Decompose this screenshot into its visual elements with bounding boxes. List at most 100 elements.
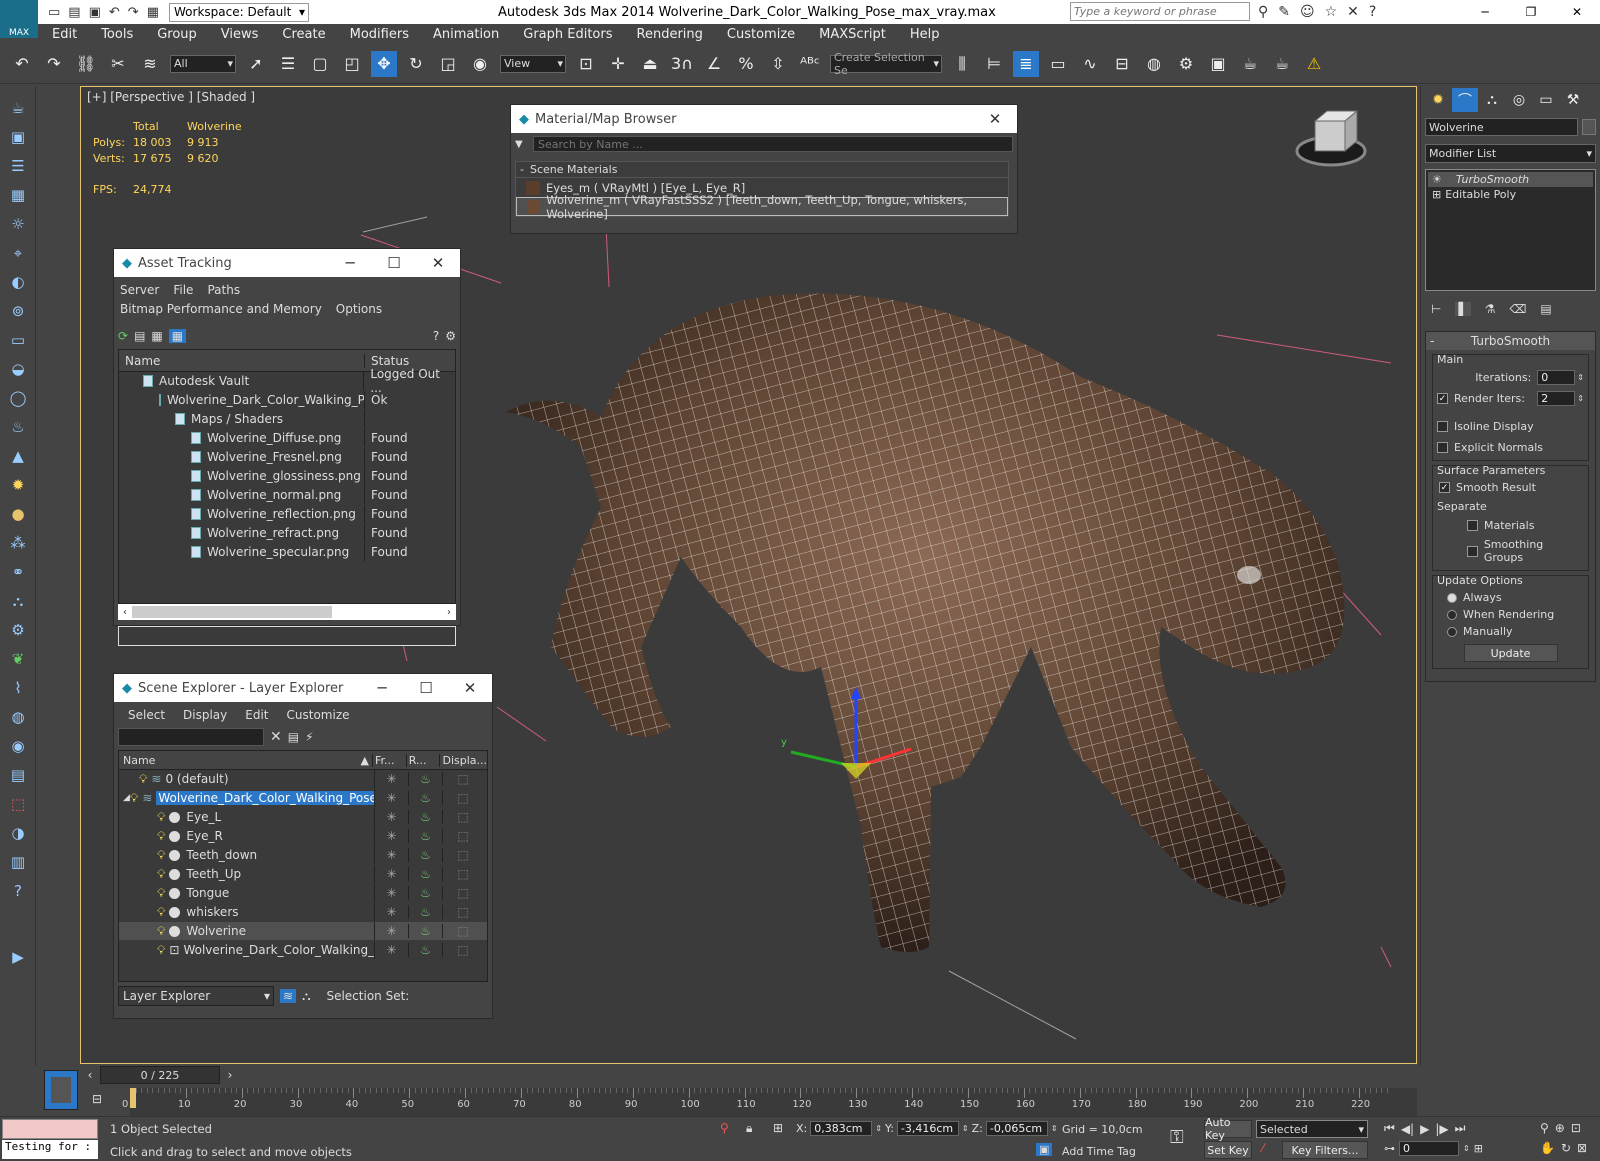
binoculars-icon[interactable]: ⚲ (1258, 4, 1268, 20)
freeze-icon[interactable]: ✳ (375, 791, 409, 805)
track-bar[interactable]: 0 10 20 30 40 50 60 70 80 90 100 110 120 130 140 150 160… (122, 1088, 1417, 1116)
material-search-input[interactable] (533, 136, 1013, 152)
spinner-arrows-icon[interactable]: ⇕ (962, 1124, 969, 1133)
menu-maxscript[interactable]: MAXScript (807, 27, 898, 42)
teapot-small-icon[interactable]: ♨ (4, 414, 32, 440)
particles-icon[interactable]: ⁂ (4, 530, 32, 556)
user-icon[interactable]: ☺ (1300, 4, 1315, 20)
scene-materials-group[interactable]: - Scene Materials (516, 162, 1008, 178)
prev-key-icon[interactable]: ◀︎| (1401, 1122, 1414, 1136)
next-key-icon[interactable]: |▶︎ (1435, 1122, 1448, 1136)
asset-row[interactable]: Wolverine_normal.png Found (119, 486, 455, 505)
grid-icon[interactable]: ▦ (4, 182, 32, 208)
display-box-icon[interactable]: ⬚ (443, 924, 483, 938)
display-box-icon[interactable]: ⬚ (443, 829, 483, 843)
spinner-arrows-icon[interactable]: ⇕ (1577, 394, 1584, 403)
window-crossing-icon[interactable]: ◰ (339, 51, 365, 77)
visibility-bulb-icon[interactable]: 💡︎ (157, 810, 165, 825)
display-box-icon[interactable]: ⬚ (443, 867, 483, 881)
asset-row[interactable]: Autodesk Vault Logged Out ... (119, 367, 455, 395)
visibility-bulb-icon[interactable]: 💡︎ (157, 924, 165, 939)
freeze-icon[interactable]: ✳ (375, 772, 409, 786)
render-production-icon[interactable]: ☕ (1237, 51, 1263, 77)
visibility-bulb-icon[interactable]: 💡︎ (130, 791, 138, 806)
renderable-icon[interactable]: ♨ (409, 772, 443, 786)
renderable-icon[interactable]: ♨ (409, 886, 443, 900)
explorer-menu-item[interactable]: Select (128, 708, 165, 722)
asset-horizontal-scrollbar[interactable]: ‹ › (118, 604, 456, 620)
unlink-icon[interactable]: ✂ (105, 51, 131, 77)
render-setup-icon[interactable]: ⚙ (1173, 51, 1199, 77)
select-object-icon[interactable]: ➚ (243, 51, 269, 77)
orbit-icon[interactable]: ↻ (1561, 1141, 1571, 1155)
renderable-icon[interactable]: ♨ (409, 829, 443, 843)
layer-tree-row[interactable]: 💡︎ Teeth_Up ✳ ♨ ⬚ (119, 865, 487, 884)
menu-animation[interactable]: Animation (421, 27, 511, 42)
spinner-arrows-icon[interactable]: ⇕ (1577, 373, 1584, 382)
bone-icon[interactable]: ⚭ (4, 559, 32, 585)
display-box-icon[interactable]: ⬚ (443, 810, 483, 824)
edit-named-sets-icon[interactable]: ᴬᴮᶜ (797, 51, 823, 77)
angle-snap-icon[interactable]: ∠ (701, 51, 727, 77)
layer-tree-row[interactable]: 💡︎ Teeth_down ✳ ♨ ⬚ (119, 846, 487, 865)
explorer-menu-item[interactable]: Customize (287, 708, 350, 722)
freeze-icon[interactable]: ✳ (375, 905, 409, 919)
minimize-button[interactable]: ─ (1462, 5, 1508, 19)
motion-tab-icon[interactable]: ◎ (1506, 88, 1532, 112)
column-header-render[interactable]: R... (407, 753, 441, 767)
display-tab-icon[interactable]: ▭ (1533, 88, 1559, 112)
renderable-icon[interactable]: ♨ (409, 905, 443, 919)
explorer-mode-dropdown[interactable]: Layer Explorer ▾ (118, 986, 274, 1006)
manually-radio[interactable] (1447, 626, 1457, 637)
freeze-icon[interactable]: ✳ (375, 829, 409, 843)
isoline-checkbox[interactable] (1437, 421, 1448, 432)
renderable-icon[interactable]: ♨ (409, 791, 443, 805)
update-button[interactable]: Update (1463, 644, 1558, 662)
render-iters-checkbox[interactable]: ✓ (1437, 393, 1448, 404)
renderable-icon[interactable]: ♨ (409, 867, 443, 881)
stack-item-editable-poly[interactable]: ⊞ Editable Poly (1428, 187, 1593, 202)
asset-row[interactable]: Wolverine_Diffuse.png Found (119, 429, 455, 448)
isolate-icon[interactable]: ⚲ (720, 1121, 729, 1135)
modifier-list-dropdown[interactable]: Modifier List ▾ (1425, 144, 1596, 163)
visibility-bulb-icon[interactable]: 💡︎ (139, 772, 147, 787)
lock-selection-icon[interactable]: 🔒︎ (746, 1121, 752, 1136)
asset-menu-item[interactable]: Bitmap Performance and Memory (120, 300, 322, 319)
ball-icon[interactable]: ● (4, 501, 32, 527)
menu-help[interactable]: Help (898, 27, 952, 42)
select-by-name-icon[interactable]: ☰ (275, 51, 301, 77)
material-browser-titlebar[interactable]: ◆ Material/Map Browser ✕ (511, 105, 1017, 133)
scene-explorer-titlebar[interactable]: ◆ Scene Explorer - Layer Explorer ─ ☐ ✕ (114, 674, 492, 702)
object-name-field[interactable]: Wolverine (1425, 118, 1578, 136)
minimize-icon[interactable]: ─ (360, 679, 404, 697)
undo-button[interactable]: ↶ (9, 51, 35, 77)
zoom-all-icon[interactable]: ⊕ (1555, 1121, 1565, 1135)
pin-stack-icon[interactable]: ⊢ (1431, 302, 1441, 316)
remove-modifier-icon[interactable]: ⌫ (1509, 302, 1526, 316)
modify-tab-icon[interactable]: ⌒ (1452, 88, 1478, 112)
asset-row[interactable]: Wolverine_refract.png Found (119, 524, 455, 543)
layer-tree-row[interactable]: 💡︎ ≋ 0 (default) ✳ ♨ ⬚ (119, 770, 487, 789)
menu-create[interactable]: Create (270, 27, 337, 42)
maxscript-output[interactable]: Testing for : (2, 1140, 98, 1159)
film-icon[interactable]: ⊚ (4, 298, 32, 324)
create-tab-icon[interactable]: ✹ (1425, 88, 1451, 112)
sphere2-icon[interactable]: ◍ (4, 704, 32, 730)
time-slider-handle[interactable]: 0 / 225 (100, 1066, 220, 1084)
layer-tree-row[interactable]: 💡︎ Eye_R ✳ ♨ ⬚ (119, 827, 487, 846)
plane-icon[interactable]: ▭ (4, 327, 32, 353)
column-header-status[interactable]: Status (365, 354, 409, 368)
named-selection-dropdown[interactable]: Create Selection Se ▾ (830, 51, 942, 77)
smooth-result-checkbox[interactable]: ✓ (1439, 482, 1450, 493)
visibility-bulb-icon[interactable]: 💡︎ (157, 848, 165, 863)
smoothing-groups-checkbox[interactable] (1467, 545, 1478, 557)
colors-icon[interactable]: ◑ (4, 820, 32, 846)
column-header-display[interactable]: Displa... (440, 754, 487, 767)
play-icon[interactable]: ▶ (1420, 1122, 1429, 1136)
layer-tree-row[interactable]: 💡︎ Wolverine ✳ ♨ ⬚ (119, 922, 487, 941)
dome-icon[interactable]: ◒ (4, 356, 32, 382)
save-icon[interactable]: ▣ (89, 5, 101, 20)
display-box-icon[interactable]: ⬚ (443, 943, 483, 957)
link-icon[interactable]: ⛓ (73, 51, 99, 77)
go-to-end-icon[interactable]: ⏭ (1455, 1121, 1466, 1136)
